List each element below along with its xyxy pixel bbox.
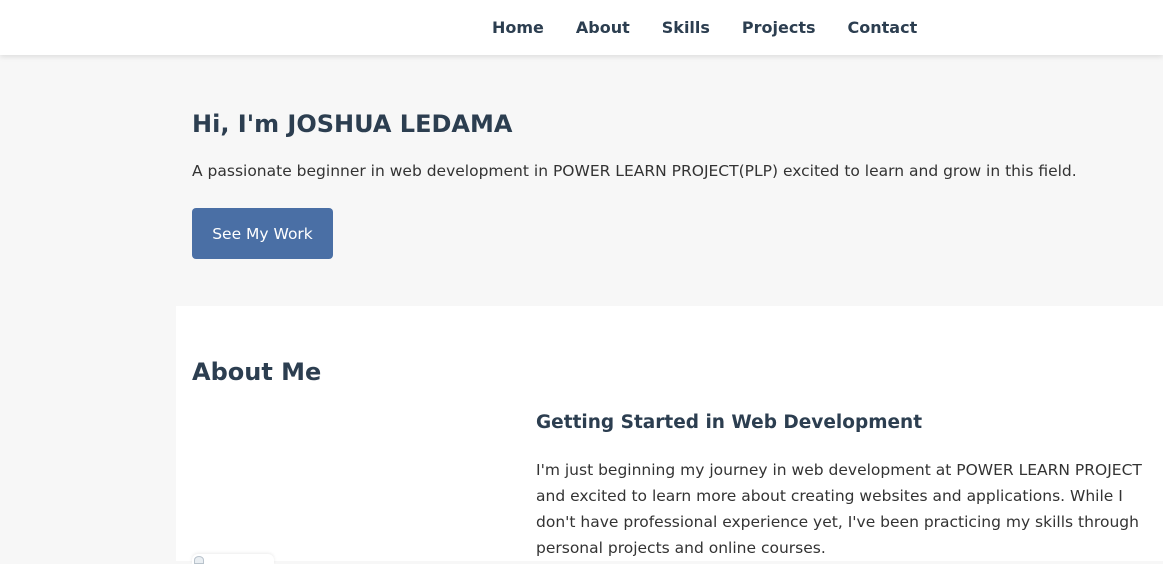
nav-item-home: Home (492, 18, 544, 37)
nav-item-skills: Skills (662, 18, 710, 37)
hero-section: Hi, I'm JOSHUA LEDAMA A passionate begin… (192, 108, 1152, 259)
about-text: Getting Started in Web Development I'm j… (536, 410, 1161, 561)
nav-link-about[interactable]: About (576, 18, 630, 37)
nav-item-contact: Contact (848, 18, 918, 37)
about-image (192, 554, 274, 564)
about-section: About Me Getting Started in Web Developm… (176, 306, 1163, 564)
nav-links: Home About Skills Projects Contact (492, 0, 917, 55)
navbar: Home About Skills Projects Contact (0, 0, 1163, 55)
about-paragraph: I'm just beginning my journey in web dev… (536, 461, 1142, 557)
about-subheading: Getting Started in Web Development (536, 412, 923, 433)
about-heading: About Me (192, 358, 322, 386)
hero-title: Hi, I'm JOSHUA LEDAMA (192, 110, 513, 138)
nav-link-contact[interactable]: Contact (848, 18, 918, 37)
nav-link-projects[interactable]: Projects (742, 18, 816, 37)
see-my-work-button[interactable]: See My Work (192, 208, 333, 259)
nav-item-projects: Projects (742, 18, 816, 37)
nav-item-about: About (576, 18, 630, 37)
nav-link-skills[interactable]: Skills (662, 18, 710, 37)
nav-link-home[interactable]: Home (492, 18, 544, 37)
hero-subtitle: A passionate beginner in web development… (192, 162, 1077, 180)
broken-image-icon (194, 556, 204, 564)
